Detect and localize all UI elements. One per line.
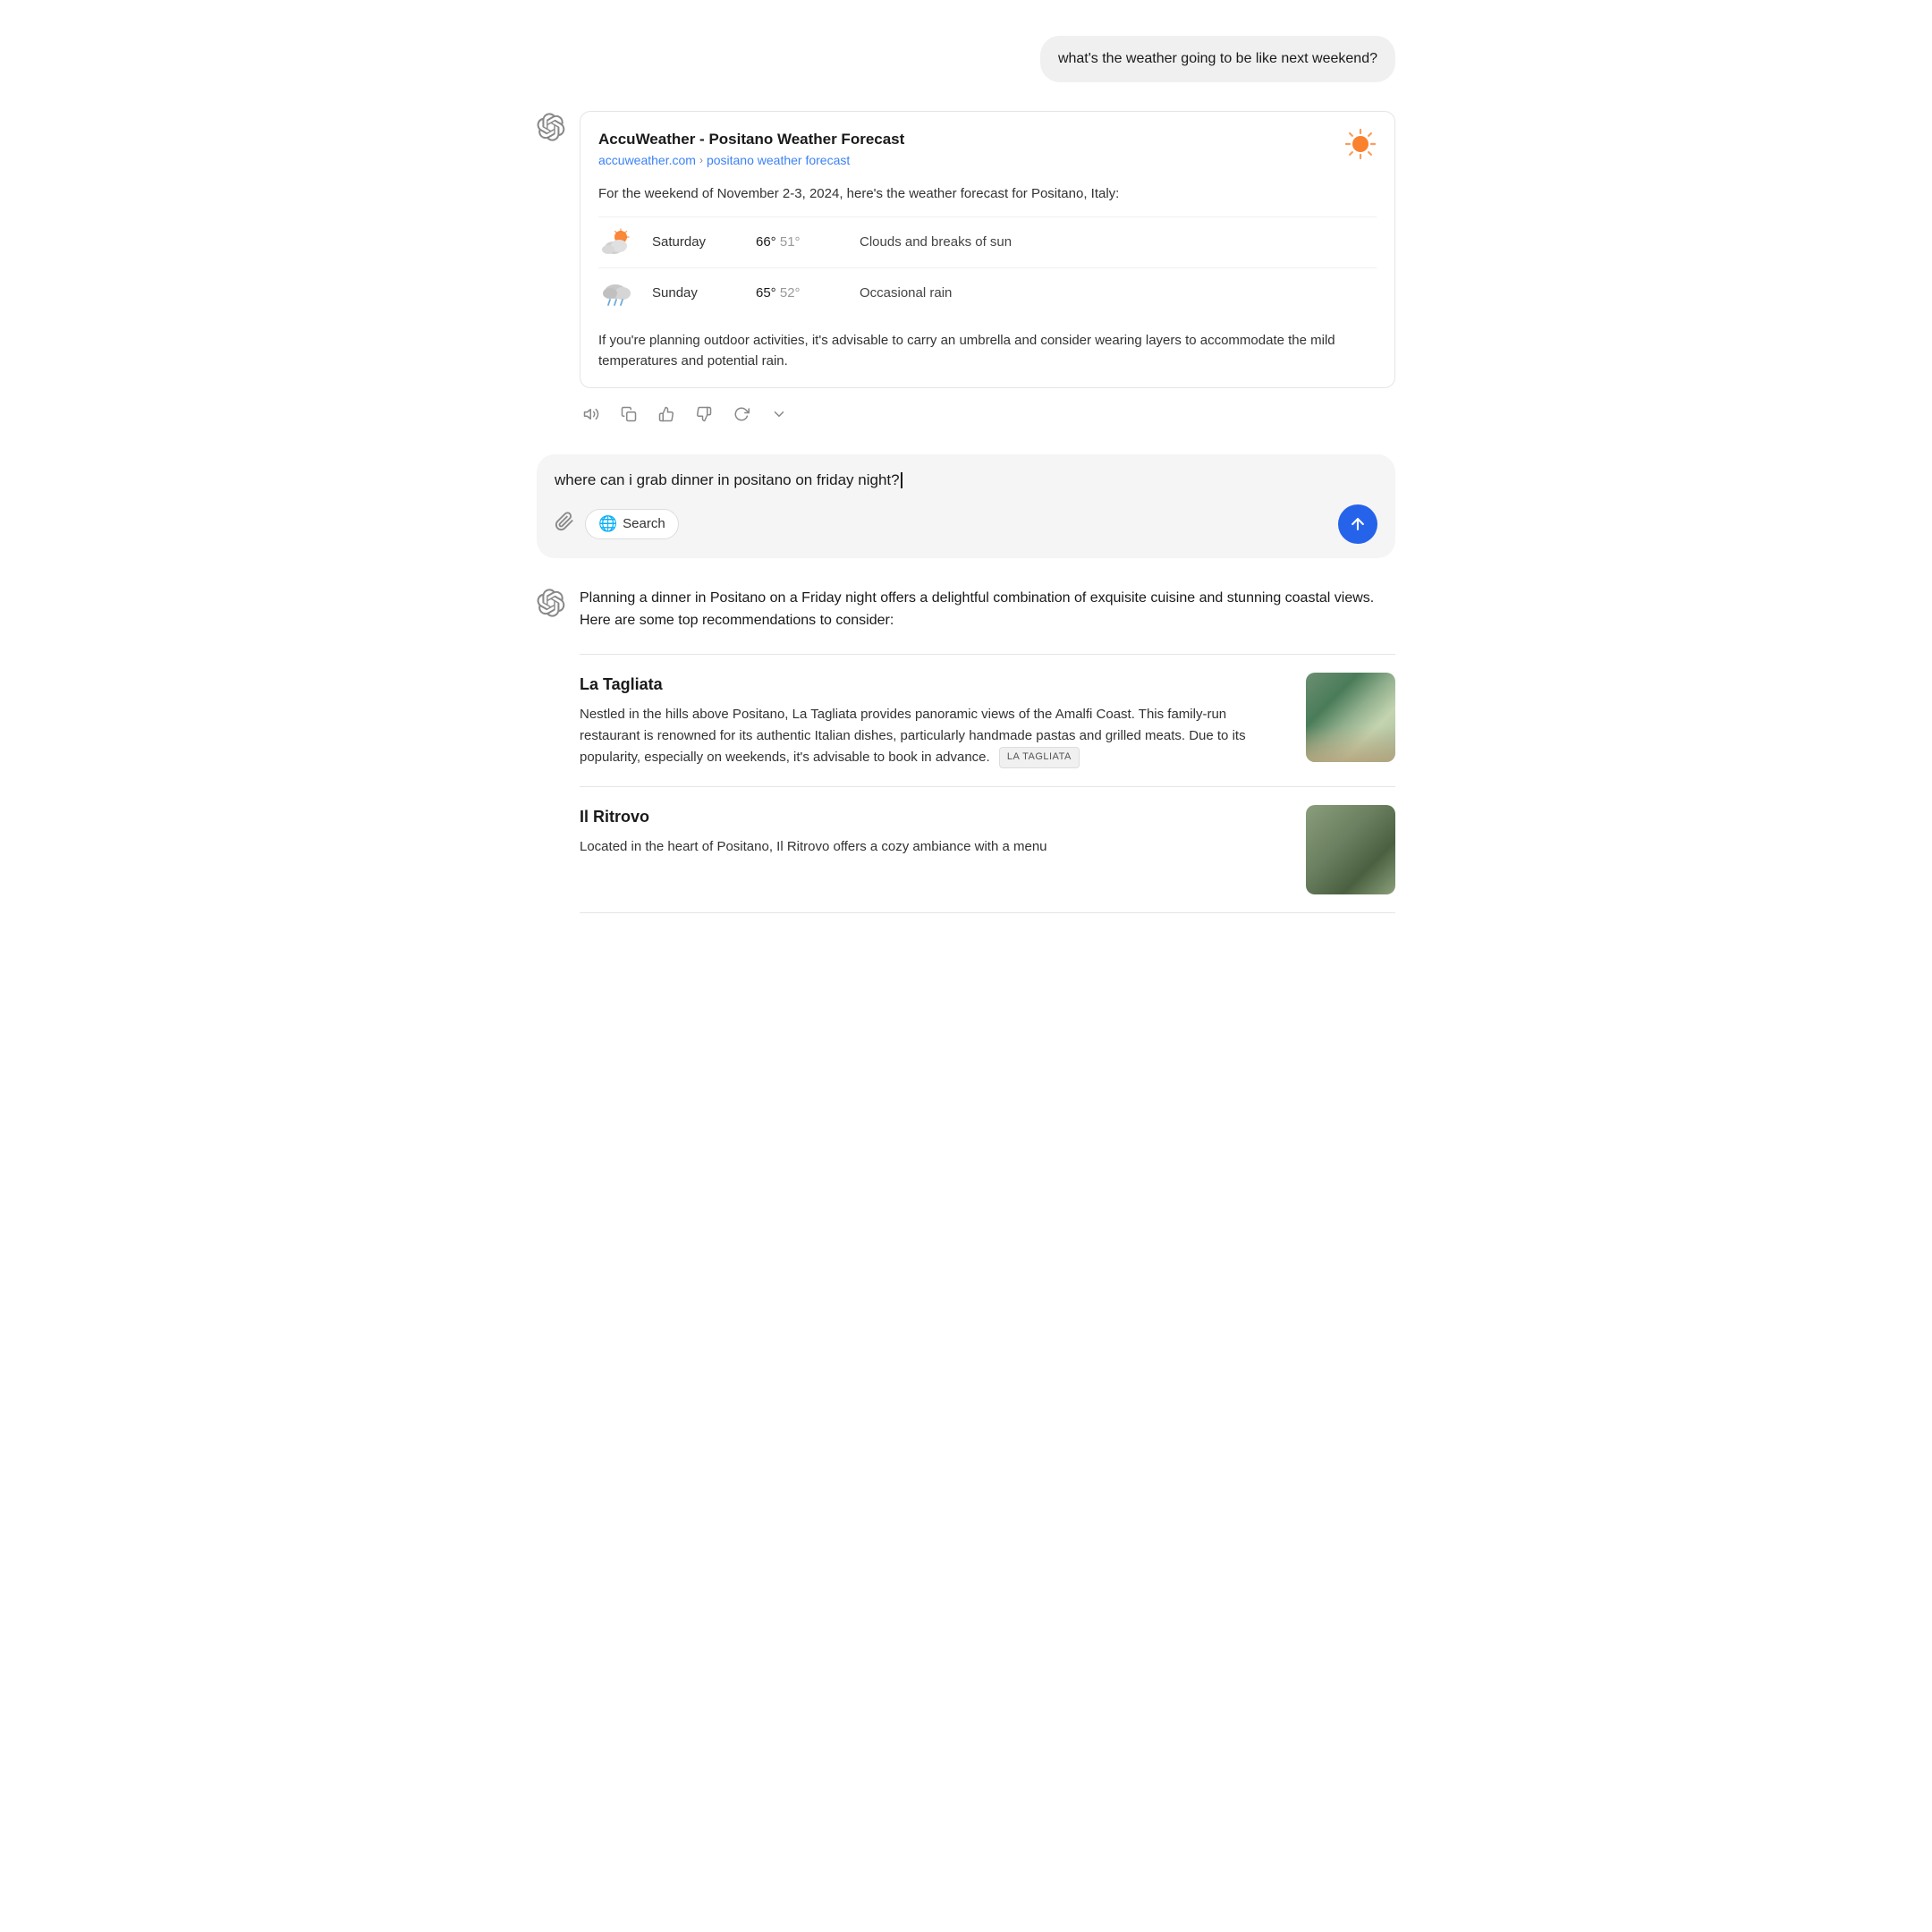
weather-card-title-area: AccuWeather - Positano Weather Forecast … [598,128,904,179]
speaker-button[interactable] [580,402,603,426]
assistant-avatar-2 [537,589,565,617]
weather-intro: For the weekend of November 2-3, 2024, h… [598,184,1377,372]
dinner-intro: Planning a dinner in Positano on a Frida… [580,587,1395,632]
user-text-weather: what's the weather going to be like next… [1058,51,1377,66]
sunday-day: Sunday [652,284,741,304]
assistant-dinner-content: Planning a dinner in Positano on a Frida… [580,587,1395,913]
weather-row-saturday: Saturday 66° 51° Clouds and breaks of su… [598,216,1377,267]
assistant-weather-content: AccuWeather - Positano Weather Forecast … [580,111,1395,426]
send-button[interactable] [1338,504,1377,544]
input-toolbar: 🌐 Search [555,504,1377,544]
la-tagliata-photo [1306,673,1395,762]
input-value: where can i grab dinner in positano on f… [555,469,900,492]
sunday-low: 52° [780,285,801,301]
weather-row-sunday: Sunday 65° 52° Occasional rain [598,267,1377,318]
copy-button[interactable] [617,402,640,426]
saturday-temps: 66° 51° [756,233,845,253]
assistant-dinner-block: Planning a dinner in Positano on a Frida… [537,587,1395,913]
assistant-weather-block: AccuWeather - Positano Weather Forecast … [537,111,1395,426]
breadcrumb-path: positano weather forecast [707,151,850,170]
weather-card-breadcrumb: accuweather.com › positano weather forec… [598,151,904,170]
weather-card: AccuWeather - Positano Weather Forecast … [580,111,1395,388]
la-tagliata-image [1306,673,1395,762]
il-ritrovo-photo [1306,805,1395,894]
globe-icon: 🌐 [598,515,617,533]
input-box: where can i grab dinner in positano on f… [537,454,1395,558]
weather-card-title: AccuWeather - Positano Weather Forecast [598,128,904,151]
restaurant-name-la-tagliata: La Tagliata [580,673,1288,697]
sunday-desc: Occasional rain [860,284,952,304]
action-icons-weather [580,402,1395,426]
user-message-weather: what's the weather going to be like next… [537,36,1395,82]
assistant-avatar [537,113,565,141]
thumbsup-button[interactable] [655,402,678,426]
sunday-high: 65° [756,285,776,301]
il-ritrovo-image [1306,805,1395,894]
user-bubble-weather: what's the weather going to be like next… [1040,36,1395,82]
restaurant-info-il-ritrovo: Il Ritrovo Located in the heart of Posit… [580,805,1288,858]
restaurant-info-la-tagliata: La Tagliata Nestled in the hills above P… [580,673,1288,768]
restaurant-name-il-ritrovo: Il Ritrovo [580,805,1288,829]
more-button[interactable] [767,402,791,426]
restaurant-card-il-ritrovo: Il Ritrovo Located in the heart of Posit… [580,786,1395,913]
text-cursor [901,472,902,488]
saturday-high: 66° [756,234,776,250]
restaurant-desc-la-tagliata: Nestled in the hills above Positano, La … [580,704,1288,768]
weather-advice: If you're planning outdoor activities, i… [598,331,1377,371]
restaurant-card-la-tagliata: La Tagliata Nestled in the hills above P… [580,654,1395,786]
weather-card-header: AccuWeather - Positano Weather Forecast … [598,128,1377,179]
thumbsdown-button[interactable] [692,402,716,426]
search-button[interactable]: 🌐 Search [585,509,679,539]
saturday-day: Saturday [652,233,741,253]
search-btn-label: Search [623,516,665,531]
saturday-desc: Clouds and breaks of sun [860,233,1012,253]
la-tagliata-tag: LA TAGLIATA [999,747,1080,768]
sunday-icon [598,279,638,308]
sunday-temps: 65° 52° [756,284,845,304]
refresh-button[interactable] [730,402,753,426]
breadcrumb-separator: › [699,152,703,168]
input-text-display: where can i grab dinner in positano on f… [555,469,1377,492]
restaurant-desc-text-il-ritrovo: Located in the heart of Positano, Il Rit… [580,839,1047,854]
saturday-icon [598,228,638,257]
saturday-low: 51° [780,234,801,250]
restaurant-desc-text-la-tagliata: Nestled in the hills above Positano, La … [580,707,1246,765]
weather-rows: Saturday 66° 51° Clouds and breaks of su… [598,216,1377,318]
attach-button[interactable] [555,512,574,537]
breadcrumb-site: accuweather.com [598,151,696,170]
input-left-controls: 🌐 Search [555,509,679,539]
restaurant-desc-il-ritrovo: Located in the heart of Positano, Il Rit… [580,836,1288,858]
weather-sun-icon [1344,128,1377,160]
